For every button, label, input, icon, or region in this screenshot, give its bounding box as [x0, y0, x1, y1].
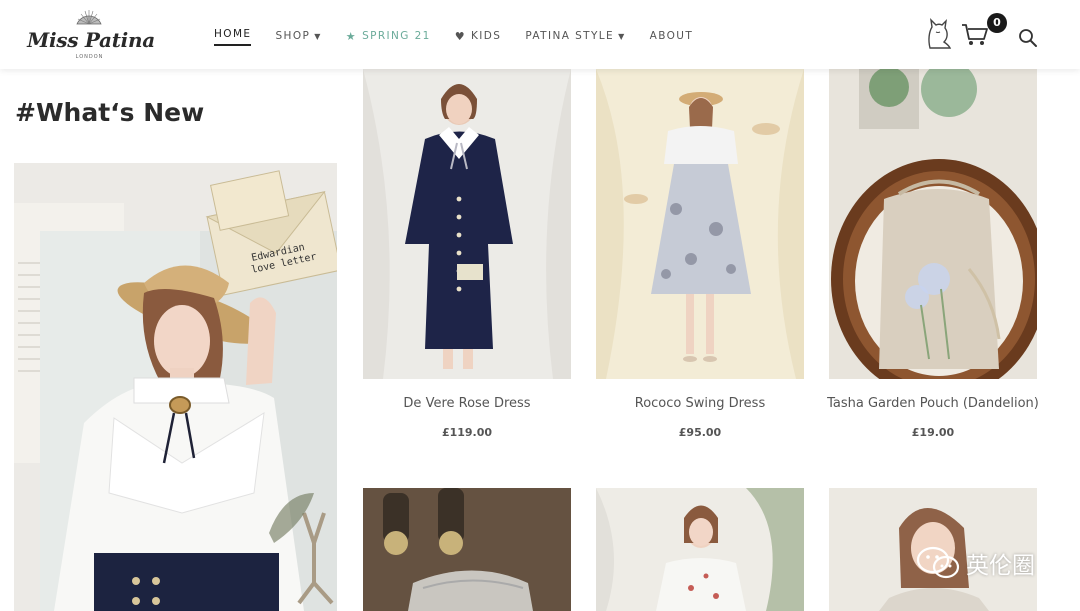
brand-name: Miss Patina [27, 28, 155, 52]
nav-kids-label: KIDS [471, 30, 502, 42]
product-card[interactable] [363, 488, 571, 611]
page-title: #What‘s New [15, 98, 205, 127]
product-price: £119.00 [441, 426, 493, 439]
product-name[interactable]: De Vere Rose Dress [343, 396, 591, 411]
watermark: 英伦圈 [916, 545, 1035, 581]
heart-icon: ♥ [454, 29, 467, 43]
nav-patina-style[interactable]: PATINA STYLE ▼ [525, 27, 625, 45]
caret-down-icon: ▼ [618, 31, 626, 41]
cart-icon[interactable] [961, 22, 989, 48]
nav-patina-style-label: PATINA STYLE [525, 30, 615, 42]
nav-shop-label: SHOP [275, 30, 311, 42]
watermark-text: 英伦圈 [966, 553, 1035, 579]
product-photo [829, 69, 1037, 379]
search-icon[interactable] [1018, 28, 1038, 48]
cart-count-badge: 0 [987, 13, 1007, 33]
nav-spring[interactable]: ★ SPRING 21 [346, 27, 431, 45]
product-image[interactable] [829, 69, 1037, 379]
product-price: £19.00 [911, 426, 955, 439]
fan-logo-icon [76, 10, 102, 25]
product-photo [363, 488, 571, 611]
caret-down-icon: ▼ [314, 31, 322, 41]
wechat-icon [916, 546, 960, 579]
product-price: £95.00 [678, 426, 722, 439]
nav-home[interactable]: HOME [214, 26, 252, 46]
feature-image[interactable]: Edwardian love letter [14, 163, 337, 611]
product-image[interactable] [363, 69, 571, 379]
product-name[interactable]: Tasha Garden Pouch (Dandelion) [809, 396, 1057, 411]
site-header: Miss Patina LONDON HOME SHOP ▼ ★ SPRING … [0, 0, 1080, 69]
product-card[interactable]: Tasha Garden Pouch (Dandelion) £19.00 [827, 69, 1039, 439]
nav-kids[interactable]: ♥ KIDS [455, 27, 502, 45]
product-name[interactable]: Rococo Swing Dress [576, 396, 824, 411]
star-icon: ★ [345, 29, 358, 43]
nav-home-label: HOME [214, 28, 252, 40]
product-photo [596, 488, 804, 611]
product-photo [596, 69, 804, 379]
nav-about-label: ABOUT [649, 30, 694, 42]
product-card[interactable] [596, 488, 804, 611]
nav-about[interactable]: ABOUT [650, 27, 694, 45]
nav-spring-label: SPRING 21 [362, 30, 431, 42]
cat-icon[interactable] [924, 18, 952, 50]
product-image[interactable] [363, 488, 571, 611]
product-card[interactable]: Rococo Swing Dress £95.00 [596, 69, 804, 439]
product-photo [363, 69, 571, 379]
product-image[interactable] [596, 488, 804, 611]
product-card[interactable]: De Vere Rose Dress £119.00 [363, 69, 571, 439]
brand-logo[interactable]: Miss Patina LONDON [22, 6, 157, 64]
brand-sub: LONDON [75, 54, 104, 60]
product-image[interactable] [596, 69, 804, 379]
main-nav: HOME SHOP ▼ ★ SPRING 21 ♥ KIDS PATINA ST… [214, 26, 717, 46]
nav-shop[interactable]: SHOP ▼ [275, 27, 321, 45]
feature-illustration: Edwardian love letter [14, 163, 337, 611]
